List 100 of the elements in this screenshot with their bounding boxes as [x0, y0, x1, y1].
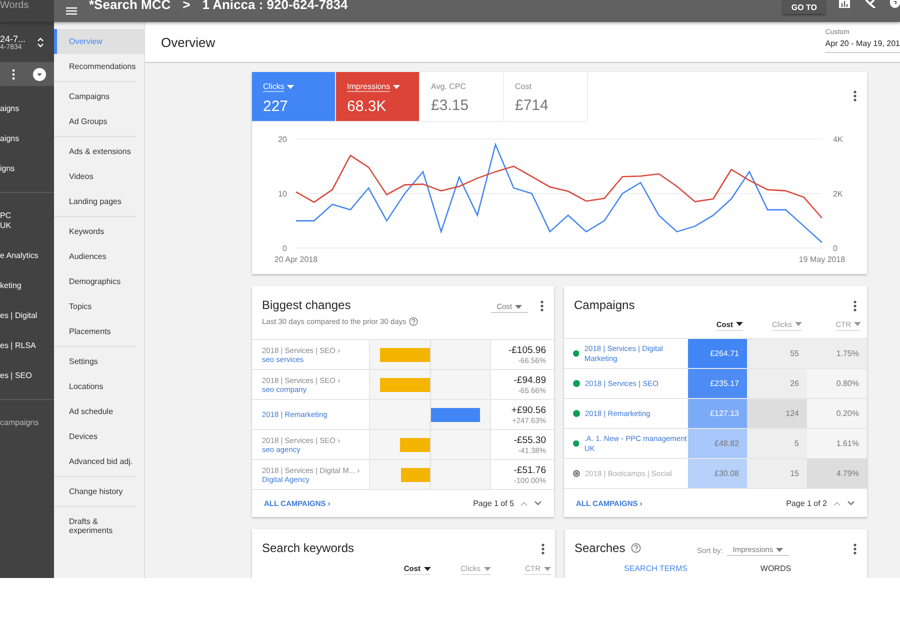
- nav-item[interactable]: Demographics: [54, 269, 136, 294]
- campaign-item[interactable]: keting: [0, 271, 54, 301]
- change-value: -£94.89: [514, 374, 546, 386]
- nav-item[interactable]: Placements: [54, 319, 136, 344]
- nav-item[interactable]: Advanced bid adj.: [54, 449, 136, 474]
- nav-item[interactable]: Campaigns: [54, 84, 136, 109]
- nav-item[interactable]: Locations: [54, 374, 136, 399]
- clicks-cell: 55: [747, 339, 807, 368]
- caret-icon: [484, 566, 490, 570]
- paused-status-icon: [573, 470, 580, 477]
- caret-icon: [736, 322, 743, 326]
- caret-icon: [795, 322, 802, 326]
- more-options-icon[interactable]: [853, 90, 857, 102]
- campaign-item[interactable]: igns: [0, 154, 54, 184]
- nav-item[interactable]: Drafts & experiments: [54, 509, 136, 543]
- ctr-cell: 0.80%: [807, 369, 867, 398]
- more-options-icon[interactable]: [540, 543, 544, 555]
- page-title: Overview: [161, 34, 216, 50]
- tab[interactable]: SEARCH TERMS: [596, 564, 716, 573]
- cost-cell: £127.13: [688, 399, 747, 428]
- axis-label: 2K: [833, 190, 843, 198]
- nav-item[interactable]: Ad schedule: [54, 399, 136, 424]
- more-options-icon[interactable]: [540, 300, 544, 312]
- tab[interactable]: WORDS: [716, 564, 836, 573]
- axis-label: 20: [278, 135, 287, 144]
- caret-icon: [854, 322, 861, 326]
- campaign-item[interactable]: PC UK: [0, 201, 54, 241]
- change-value: -£105.96: [508, 344, 546, 356]
- nav-item[interactable]: Keywords: [54, 219, 136, 244]
- change-value: +£90.56: [511, 404, 546, 416]
- cost-cell: £235.17: [688, 369, 747, 398]
- caret-icon: [544, 566, 550, 570]
- nav-item[interactable]: Recommendations: [54, 54, 136, 79]
- campaign-item[interactable]: e Analytics: [0, 241, 54, 271]
- axis-label: 19 May 2018: [798, 255, 846, 264]
- clicks-cell: 26: [747, 369, 807, 398]
- status-dot: [573, 440, 580, 447]
- more-options-icon[interactable]: [852, 543, 857, 555]
- nav-item[interactable]: Audiences: [54, 244, 136, 269]
- change-value: -£51.76: [514, 464, 546, 476]
- pagination-label: Page 1 of 2: [786, 498, 827, 508]
- cost-cell: £30.08: [688, 459, 747, 488]
- nav-item[interactable]: Landing pages: [54, 189, 136, 214]
- account-name: 24-7...: [0, 34, 26, 44]
- go-to-button[interactable]: GO TO: [783, 0, 825, 14]
- axis-label: 4K: [833, 135, 843, 144]
- nav-item[interactable]: Topics: [54, 294, 136, 319]
- campaign-item[interactable]: aigns: [0, 94, 54, 124]
- clicks-cell: 5: [747, 429, 807, 458]
- ctr-cell: 1.75%: [807, 339, 867, 368]
- axis-label: 0: [833, 244, 838, 253]
- campaign-item[interactable]: es | Digital: [0, 301, 54, 331]
- product-name: Words: [0, 0, 29, 12]
- axis-label: 0: [282, 244, 287, 253]
- ctr-cell: 4.79%: [807, 459, 867, 488]
- status-dot: [573, 380, 580, 387]
- change-value: -£55.30: [514, 434, 546, 446]
- axis-label: 10: [278, 190, 287, 198]
- metric-tile[interactable]: Clicks 227: [252, 72, 336, 122]
- dropdown-icon[interactable]: [33, 68, 46, 80]
- campaign-item[interactable]: es | RLSA: [0, 331, 54, 361]
- nav-item[interactable]: Settings: [54, 349, 136, 374]
- card-title: Campaigns: [574, 298, 635, 312]
- campaign-item[interactable]: aigns: [0, 124, 54, 154]
- status-dot: [573, 350, 580, 357]
- expand-collapse-icon[interactable]: [37, 36, 44, 48]
- metric-tile[interactable]: Cost £714: [504, 72, 588, 122]
- menu-icon[interactable]: [66, 7, 77, 15]
- campaign-item[interactable]: es | SEO: [0, 361, 54, 391]
- cost-cell: £48.82: [688, 429, 747, 458]
- campaign-item[interactable]: campaigns: [0, 408, 54, 438]
- caret-icon: [515, 304, 522, 308]
- bar-chart-icon[interactable]: [839, 0, 850, 8]
- more-options-icon[interactable]: [12, 68, 15, 80]
- more-options-icon[interactable]: [853, 300, 857, 312]
- caret-icon: [424, 566, 430, 570]
- date-range-picker[interactable]: Apr 20 - May 19, 201: [825, 39, 900, 48]
- breadcrumb-separator: >: [182, 0, 190, 10]
- chevron-down-icon[interactable]: [847, 500, 855, 506]
- metric-tile[interactable]: Avg. CPC £3.15: [420, 72, 504, 122]
- ctr-cell: 0.20%: [807, 399, 867, 428]
- clicks-cell: 15: [747, 459, 807, 488]
- nav-item[interactable]: Videos: [54, 164, 136, 189]
- nav-item[interactable]: Change history: [54, 479, 136, 504]
- clicks-cell: 124: [747, 399, 807, 428]
- ctr-cell: 1.61%: [807, 429, 867, 458]
- cost-cell: £264.71: [688, 339, 747, 368]
- metric-tile[interactable]: Impressions 68.3K: [336, 72, 420, 122]
- axis-label: 20 Apr 2018: [274, 255, 318, 264]
- chevron-down-icon[interactable]: [534, 501, 542, 506]
- caret-icon: [393, 85, 400, 89]
- nav-item[interactable]: Devices: [54, 424, 136, 449]
- card-title: Searches: [574, 541, 626, 555]
- pagination-label: Page 1 of 5: [473, 499, 514, 508]
- nav-item[interactable]: Ad Groups: [54, 109, 136, 134]
- nav-item[interactable]: Ads & extensions: [54, 139, 136, 164]
- caret-icon: [776, 548, 784, 552]
- caret-icon: [287, 85, 294, 89]
- card-title: Search keywords: [262, 541, 354, 555]
- status-dot: [573, 410, 580, 417]
